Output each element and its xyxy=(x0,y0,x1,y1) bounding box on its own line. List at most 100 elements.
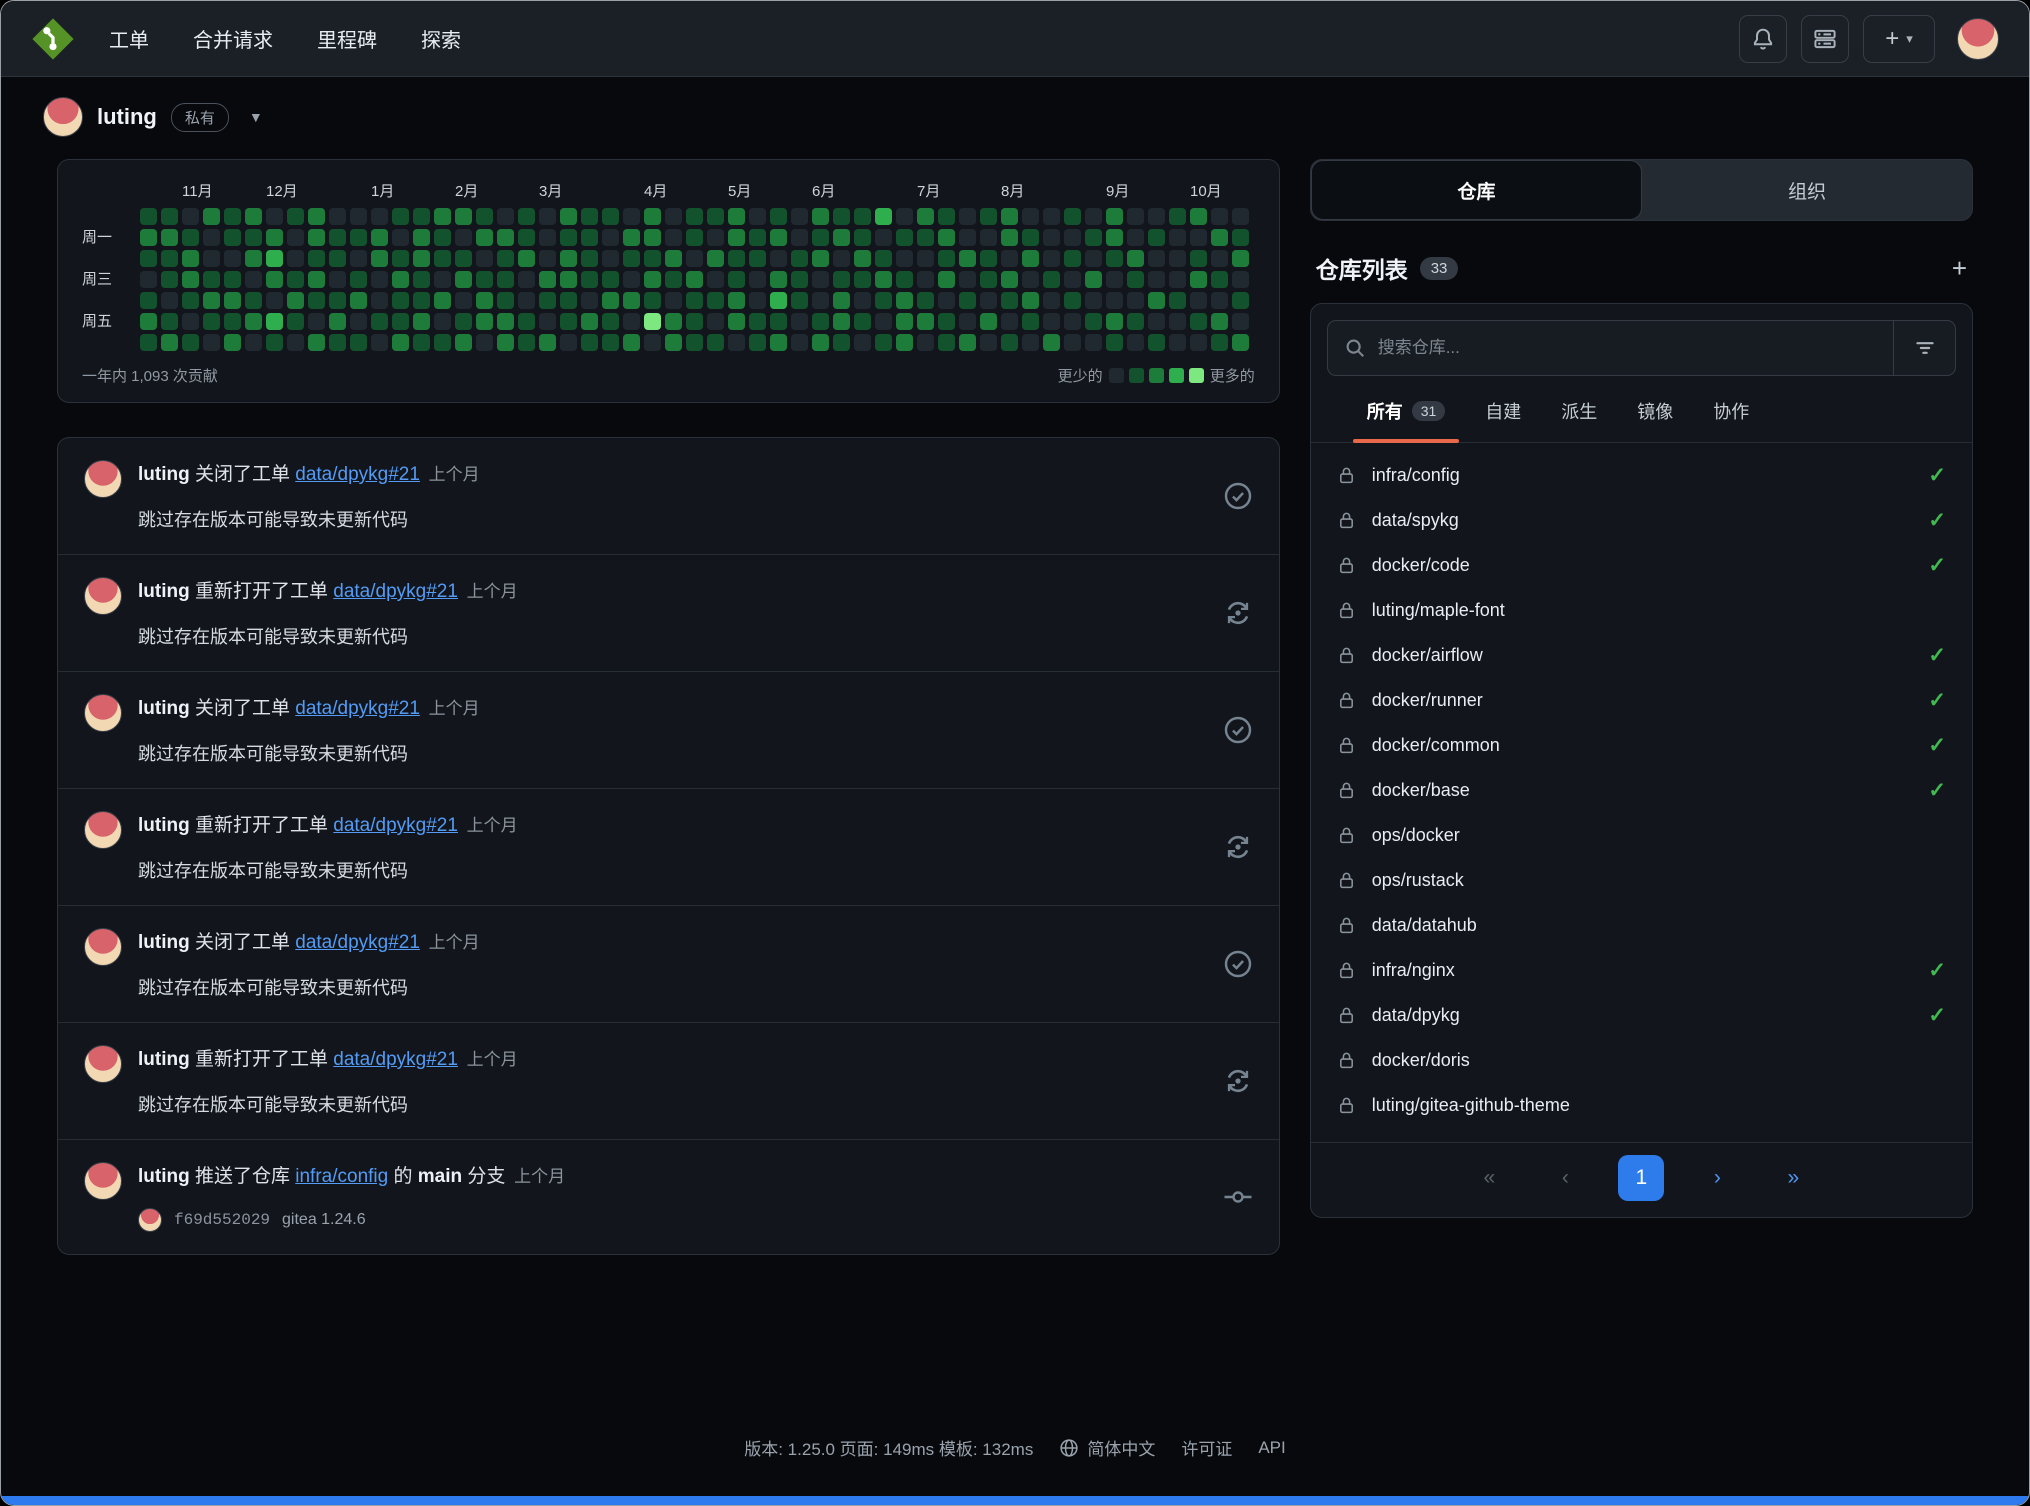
heatmap-cell[interactable] xyxy=(791,334,808,351)
heatmap-cell[interactable] xyxy=(1127,250,1144,267)
heatmap-cell[interactable] xyxy=(1022,208,1039,225)
heatmap-cell[interactable] xyxy=(266,313,283,330)
heatmap-cell[interactable] xyxy=(497,334,514,351)
heatmap-cell[interactable] xyxy=(539,229,556,246)
profile-chevron-down-icon[interactable]: ▼ xyxy=(249,109,263,125)
heatmap-cell[interactable] xyxy=(770,250,787,267)
heatmap-cell[interactable] xyxy=(602,271,619,288)
heatmap-cell[interactable] xyxy=(581,313,598,330)
heatmap-cell[interactable] xyxy=(1106,229,1123,246)
gitea-logo-icon[interactable] xyxy=(31,17,75,61)
heatmap-cell[interactable] xyxy=(896,313,913,330)
heatmap-cell[interactable] xyxy=(791,250,808,267)
heatmap-cell[interactable] xyxy=(350,334,367,351)
heatmap-cell[interactable] xyxy=(770,334,787,351)
heatmap-cell[interactable] xyxy=(707,313,724,330)
heatmap-cell[interactable] xyxy=(665,208,682,225)
heatmap-cell[interactable] xyxy=(770,313,787,330)
heatmap-cell[interactable] xyxy=(392,229,409,246)
repo-row[interactable]: luting/maple-font xyxy=(1311,588,1972,633)
heatmap-cell[interactable] xyxy=(140,292,157,309)
feed-actor[interactable]: luting xyxy=(138,698,190,719)
heatmap-cell[interactable] xyxy=(455,208,472,225)
heatmap-cell[interactable] xyxy=(1106,292,1123,309)
heatmap-cell[interactable] xyxy=(896,229,913,246)
heatmap-cell[interactable] xyxy=(1211,208,1228,225)
heatmap-cell[interactable] xyxy=(1022,313,1039,330)
heatmap-cell[interactable] xyxy=(161,271,178,288)
heatmap-cell[interactable] xyxy=(980,229,997,246)
heatmap-cell[interactable] xyxy=(1169,292,1186,309)
repo-name[interactable]: infra/nginx xyxy=(1372,960,1455,981)
feed-target-link[interactable]: data/dpykg#21 xyxy=(295,932,420,953)
heatmap-cell[interactable] xyxy=(287,229,304,246)
heatmap-cell[interactable] xyxy=(980,271,997,288)
heatmap-cell[interactable] xyxy=(287,208,304,225)
repo-search-input[interactable] xyxy=(1378,338,1877,358)
nav-link-2[interactable]: 里程碑 xyxy=(317,24,377,53)
heatmap-cell[interactable] xyxy=(896,292,913,309)
heatmap-cell[interactable] xyxy=(749,250,766,267)
heatmap-cell[interactable] xyxy=(1001,271,1018,288)
heatmap-cell[interactable] xyxy=(1148,229,1165,246)
heatmap-cell[interactable] xyxy=(1127,229,1144,246)
heatmap-cell[interactable] xyxy=(686,208,703,225)
heatmap-cell[interactable] xyxy=(602,229,619,246)
feed-target-link[interactable]: data/dpykg#21 xyxy=(333,1049,458,1070)
heatmap-cell[interactable] xyxy=(875,208,892,225)
filter-tab-4[interactable]: 协作 xyxy=(1713,398,1749,442)
heatmap-cell[interactable] xyxy=(518,292,535,309)
admin-panel-button[interactable] xyxy=(1801,15,1849,63)
heatmap-cell[interactable] xyxy=(938,229,955,246)
heatmap-cell[interactable] xyxy=(350,250,367,267)
feed-target-link[interactable]: data/dpykg#21 xyxy=(295,698,420,719)
feed-avatar[interactable] xyxy=(84,577,122,615)
heatmap-cell[interactable] xyxy=(224,292,241,309)
heatmap-cell[interactable] xyxy=(308,208,325,225)
heatmap-cell[interactable] xyxy=(1043,313,1060,330)
heatmap-cell[interactable] xyxy=(1001,229,1018,246)
feed-target-link[interactable]: data/dpykg#21 xyxy=(333,581,458,602)
heatmap-cell[interactable] xyxy=(1211,334,1228,351)
pagination-item-2[interactable]: 1 xyxy=(1618,1155,1664,1201)
heatmap-cell[interactable] xyxy=(1085,229,1102,246)
heatmap-cell[interactable] xyxy=(560,292,577,309)
heatmap-cell[interactable] xyxy=(749,271,766,288)
heatmap-cell[interactable] xyxy=(1148,334,1165,351)
filter-tab-2[interactable]: 派生 xyxy=(1561,398,1597,442)
heatmap-cell[interactable] xyxy=(1064,271,1081,288)
heatmap-cell[interactable] xyxy=(1064,334,1081,351)
heatmap-cell[interactable] xyxy=(875,292,892,309)
heatmap-cell[interactable] xyxy=(875,313,892,330)
heatmap-cell[interactable] xyxy=(413,313,430,330)
heatmap-cell[interactable] xyxy=(644,250,661,267)
heatmap-cell[interactable] xyxy=(644,292,661,309)
heatmap-cell[interactable] xyxy=(686,250,703,267)
heatmap-cell[interactable] xyxy=(707,208,724,225)
heatmap-cell[interactable] xyxy=(350,271,367,288)
heatmap-cell[interactable] xyxy=(539,250,556,267)
heatmap-cell[interactable] xyxy=(476,313,493,330)
repo-row[interactable]: docker/common✓ xyxy=(1311,723,1972,768)
heatmap-cell[interactable] xyxy=(1169,313,1186,330)
heatmap-cell[interactable] xyxy=(791,271,808,288)
heatmap-cell[interactable] xyxy=(728,334,745,351)
add-repo-button[interactable]: + xyxy=(1952,255,1967,281)
heatmap-cell[interactable] xyxy=(623,229,640,246)
heatmap-cell[interactable] xyxy=(1001,313,1018,330)
repo-row[interactable]: infra/nginx✓ xyxy=(1311,948,1972,993)
heatmap-cell[interactable] xyxy=(1169,334,1186,351)
heatmap-cell[interactable] xyxy=(1211,250,1228,267)
heatmap-cell[interactable] xyxy=(1232,208,1249,225)
heatmap-cell[interactable] xyxy=(1169,250,1186,267)
heatmap-cell[interactable] xyxy=(266,292,283,309)
heatmap-cell[interactable] xyxy=(665,250,682,267)
heatmap-cell[interactable] xyxy=(203,250,220,267)
heatmap-cell[interactable] xyxy=(980,208,997,225)
heatmap-cell[interactable] xyxy=(329,334,346,351)
heatmap-cell[interactable] xyxy=(980,250,997,267)
heatmap-cell[interactable] xyxy=(140,229,157,246)
heatmap-cell[interactable] xyxy=(896,208,913,225)
feed-target-link[interactable]: data/dpykg#21 xyxy=(295,464,420,485)
heatmap-cell[interactable] xyxy=(833,334,850,351)
